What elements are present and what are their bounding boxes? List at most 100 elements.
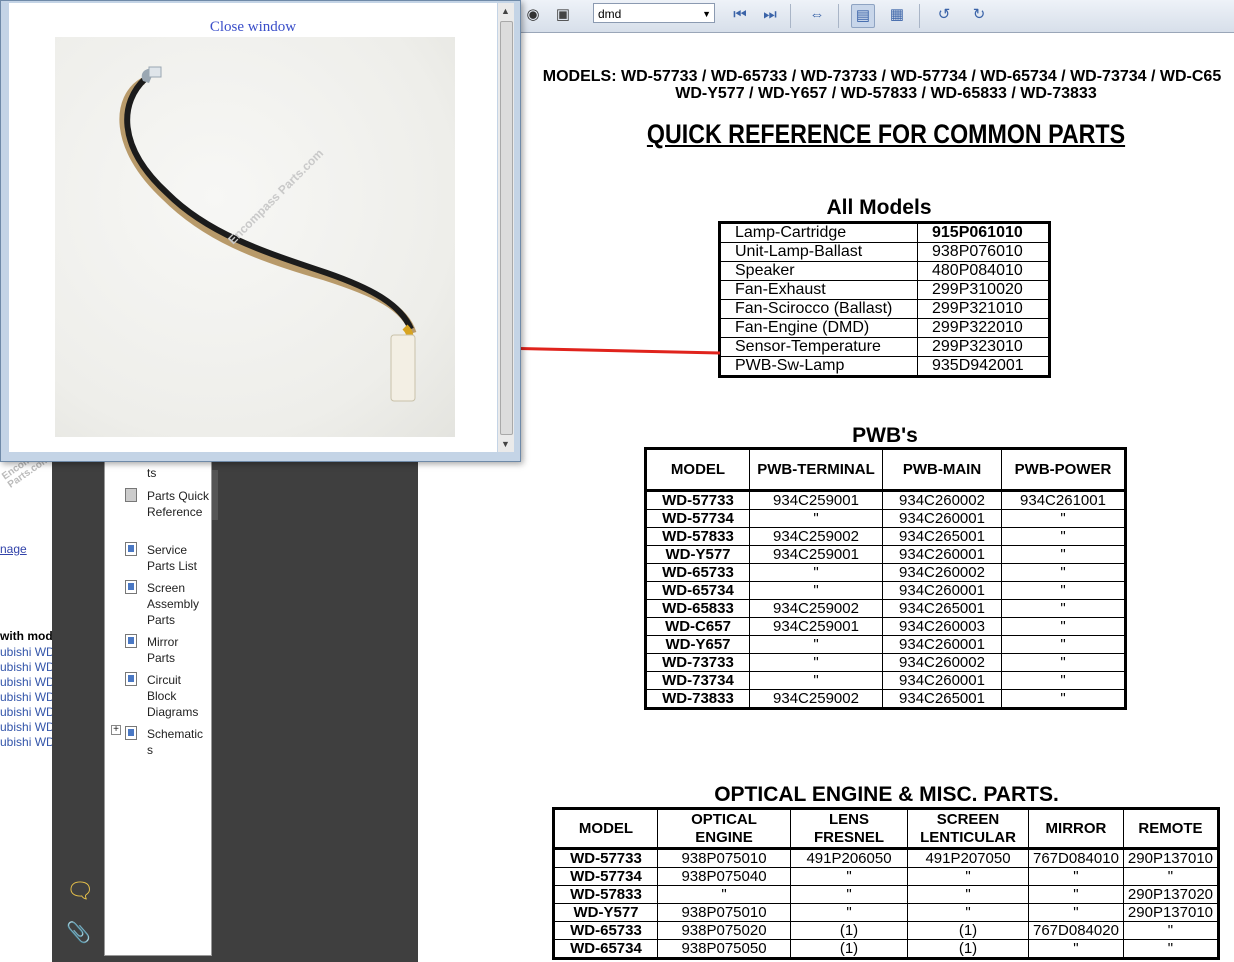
model-link[interactable]: ubishi WD bbox=[0, 720, 55, 734]
scroll-up-icon[interactable]: ▲ bbox=[501, 6, 510, 16]
part-number-cell: 767D084020 bbox=[1028, 921, 1124, 940]
part-number-cell: (1) bbox=[907, 921, 1029, 940]
model-cell: WD-57733 bbox=[553, 848, 658, 868]
part-number-cell: " bbox=[790, 867, 908, 886]
column-header: MODEL bbox=[553, 808, 658, 850]
fit-width-icon[interactable]: ⇔ bbox=[806, 4, 828, 26]
rotate-left-icon[interactable]: ↺ bbox=[933, 4, 955, 26]
part-number-cell: 299P322010 bbox=[917, 318, 1050, 338]
column-header: PWB-POWER bbox=[1001, 448, 1126, 492]
model-link[interactable]: ubishi WD bbox=[0, 735, 55, 749]
part-number-cell: " bbox=[1122, 939, 1220, 959]
pwbs-heading: PWB's bbox=[852, 424, 918, 447]
part-number-cell: " bbox=[749, 653, 883, 672]
part-number-cell: 299P310020 bbox=[917, 280, 1050, 300]
part-number-cell: " bbox=[1001, 617, 1126, 636]
part-name-cell: Lamp-Cartridge bbox=[719, 222, 918, 243]
bookmark-mirror-parts[interactable]: Mirror Parts bbox=[147, 634, 197, 666]
model-link[interactable]: ubishi WD bbox=[0, 705, 55, 719]
part-number-cell: 934C259001 bbox=[749, 617, 883, 636]
part-number-cell: 767D084010 bbox=[1028, 848, 1124, 868]
table-row: Unit-Lamp-Ballast 938P076010 bbox=[719, 242, 1050, 262]
column-header: PWB-MAIN bbox=[882, 448, 1002, 492]
pdf-toolbar: ◉ ▣ dmd ▼ ⏮ ⏭ ⇔ ▤ ▦ ↺ ↻ bbox=[518, 0, 1234, 33]
two-page-icon[interactable]: ▦ bbox=[886, 4, 908, 26]
bookmark-icon bbox=[125, 672, 137, 686]
model-link[interactable]: ubishi WD bbox=[0, 690, 55, 704]
table-row: WD-65733 938P075020 (1) (1) 767D084020 " bbox=[553, 921, 1220, 940]
close-window-link[interactable]: Close window bbox=[9, 19, 497, 36]
part-number-cell: 934C260001 bbox=[882, 635, 1002, 654]
snapshot-icon[interactable]: ▣ bbox=[552, 4, 574, 26]
column-header: PWB-TERMINAL bbox=[749, 448, 883, 492]
table-row: Speaker 480P084010 bbox=[719, 261, 1050, 281]
part-number-cell: 299P321010 bbox=[917, 299, 1050, 319]
bookmark-parts-quick-reference[interactable]: Parts Quick Reference bbox=[147, 488, 209, 520]
part-number-cell: " bbox=[1001, 509, 1126, 528]
part-number-cell: 934C260002 bbox=[882, 653, 1002, 672]
model-link[interactable]: ubishi WD bbox=[0, 675, 55, 689]
part-number-cell: 290P137010 bbox=[1122, 903, 1220, 922]
part-number-cell: (1) bbox=[790, 921, 908, 940]
bookmark-screen-assembly-parts[interactable]: Screen Assembly Parts bbox=[147, 580, 209, 628]
part-number-cell: 938P075010 bbox=[657, 848, 791, 868]
model-cell: WD-57833 bbox=[645, 527, 750, 546]
model-cell: WD-C657 bbox=[645, 617, 750, 636]
expand-icon[interactable]: + bbox=[111, 725, 121, 735]
part-number-cell: 491P207050 bbox=[907, 848, 1029, 868]
model-link[interactable]: ubishi WD bbox=[0, 645, 55, 659]
part-number-cell: " bbox=[790, 903, 908, 922]
table-row: WD-65734 938P075050 (1) (1) " " bbox=[553, 939, 1220, 959]
table-row: WD-73734 " 934C260001 " bbox=[645, 671, 1126, 690]
part-number-cell: " bbox=[657, 885, 791, 904]
part-number-cell: " bbox=[1028, 939, 1124, 959]
part-name-cell: Speaker bbox=[719, 261, 918, 281]
model-cell: WD-73833 bbox=[645, 689, 750, 709]
bookmark-service-parts-list[interactable]: Service Parts List bbox=[147, 542, 209, 574]
part-number-cell: " bbox=[1028, 885, 1124, 904]
zoom-select[interactable]: dmd ▼ bbox=[593, 3, 715, 23]
scroll-thumb[interactable] bbox=[500, 21, 513, 435]
bookmark-circuit-block-diagrams[interactable]: Circuit Block Diagrams bbox=[147, 672, 209, 720]
part-number-cell: (1) bbox=[907, 939, 1029, 959]
part-number-cell: 934C260001 bbox=[882, 671, 1002, 690]
table-row: WD-57733 934C259001 934C260002 934C261001 bbox=[645, 490, 1126, 510]
previous-page-icon[interactable]: ⏮ bbox=[729, 4, 751, 26]
part-number-cell: " bbox=[1001, 671, 1126, 690]
comments-icon[interactable]: 🗨 bbox=[66, 878, 94, 904]
popup-scrollbar[interactable]: ▲ ▼ bbox=[498, 3, 514, 452]
attachment-icon[interactable]: 📎 bbox=[66, 920, 91, 945]
part-number-cell: 934C265001 bbox=[882, 689, 1002, 709]
table-row: PWB-Sw-Lamp 935D942001 bbox=[719, 356, 1050, 377]
part-number-cell: " bbox=[1028, 867, 1124, 886]
bookmark-icon bbox=[125, 634, 137, 648]
part-number-cell: " bbox=[749, 581, 883, 600]
bookmark-label[interactable]: ts bbox=[147, 465, 156, 481]
part-number-cell: 938P076010 bbox=[917, 242, 1050, 262]
toolbar-separator bbox=[790, 4, 791, 28]
model-link[interactable]: ubishi WD bbox=[0, 660, 55, 674]
part-number-cell: " bbox=[749, 509, 883, 528]
part-number-cell: " bbox=[907, 867, 1029, 886]
bookmark-schematics[interactable]: Schematics bbox=[147, 726, 209, 758]
part-number-cell: 934C260002 bbox=[882, 490, 1002, 510]
camera-icon[interactable]: ◉ bbox=[522, 4, 544, 26]
model-cell: WD-65734 bbox=[645, 581, 750, 600]
popup-content: Close window Encompass Parts.com bbox=[9, 3, 497, 452]
pane-splitter[interactable] bbox=[212, 470, 218, 520]
model-cell: WD-57833 bbox=[553, 885, 658, 904]
scroll-down-icon[interactable]: ▼ bbox=[501, 439, 510, 449]
rotate-right-icon[interactable]: ↻ bbox=[968, 4, 990, 26]
column-header: MIRROR bbox=[1028, 808, 1124, 850]
part-number-cell: " bbox=[749, 671, 883, 690]
optical-heading: OPTICAL ENGINE & MISC. PARTS. bbox=[714, 783, 1059, 806]
image-link[interactable]: nage bbox=[0, 542, 27, 556]
table-row: WD-57734 938P075040 " " " " bbox=[553, 867, 1220, 886]
part-number-cell: 935D942001 bbox=[917, 356, 1050, 377]
table-row: Lamp-Cartridge 915P061010 bbox=[719, 222, 1050, 243]
table-row: WD-Y577 934C259001 934C260001 " bbox=[645, 545, 1126, 564]
toolbar-separator bbox=[919, 4, 920, 28]
next-page-icon[interactable]: ⏭ bbox=[759, 4, 781, 26]
part-number-cell: 934C265001 bbox=[882, 599, 1002, 618]
single-page-icon[interactable]: ▤ bbox=[851, 4, 875, 28]
